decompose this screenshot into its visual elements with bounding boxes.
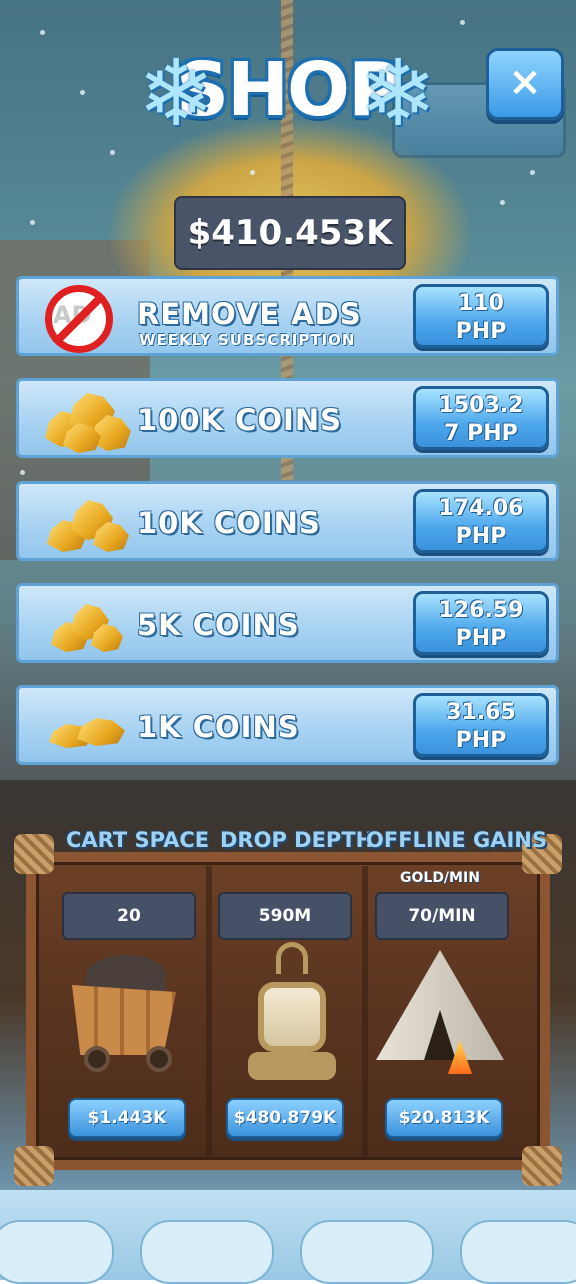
item-title: 5K COINS — [137, 608, 300, 642]
price-amount: 126.59 — [438, 598, 524, 623]
price-amount: 31.65 — [446, 700, 516, 725]
snowflake-icon: ❄ — [137, 40, 215, 147]
shop-item-1k-coins[interactable]: 1K COINS 31.65 PHP — [16, 685, 559, 765]
price-button-10k-coins[interactable]: 174.06 PHP — [413, 489, 549, 553]
price-currency: PHP — [455, 524, 507, 549]
shop-item-100k-coins[interactable]: 100K COINS 1503.2 7 PHP — [16, 378, 559, 458]
gold-pile-medium-icon — [41, 490, 133, 556]
price-button-1k-coins[interactable]: 31.65 PHP — [413, 693, 549, 757]
panel-divider — [362, 866, 368, 1156]
price-currency: PHP — [455, 728, 507, 753]
price-amount: 174.06 — [438, 496, 524, 521]
cart-space-label: CART SPACE — [66, 828, 210, 852]
ice-chunk — [0, 1220, 114, 1284]
price-button-5k-coins[interactable]: 126.59 PHP — [413, 591, 549, 655]
upgrade-offline-gains-button[interactable]: $20.813K — [385, 1098, 503, 1138]
balance-display: $410.453K — [174, 196, 406, 270]
panel-divider — [206, 866, 212, 1156]
close-button[interactable]: × — [486, 48, 564, 120]
no-ads-icon: AD — [41, 285, 133, 353]
rope-knot — [14, 1146, 54, 1186]
offline-gains-unit-label: GOLD/MIN — [400, 870, 480, 886]
price-amount: 1503.2 — [438, 393, 524, 418]
gold-pile-large-icon — [41, 387, 133, 453]
upgrade-cart-space-button[interactable]: $1.443K — [68, 1098, 186, 1138]
drop-depth-value: 590M — [218, 892, 352, 940]
drop-depth-label: DROP DEPTH — [220, 828, 374, 852]
offline-gains-label: OFFLINE GAINS — [366, 828, 547, 852]
item-title: 1K COINS — [137, 710, 300, 744]
snowflake-icon: ❄ — [359, 40, 437, 147]
shop-item-remove-ads[interactable]: AD REMOVE ADS WEEKLY SUBSCRIPTION 110 PH… — [16, 276, 559, 356]
cart-space-value: 20 — [62, 892, 196, 940]
item-title: 10K COINS — [137, 506, 321, 540]
price-button-remove-ads[interactable]: 110 PHP — [413, 284, 549, 348]
upgrade-drop-depth-button[interactable]: $480.879K — [226, 1098, 344, 1138]
ice-chunk — [300, 1220, 434, 1284]
shop-item-10k-coins[interactable]: 10K COINS 174.06 PHP — [16, 481, 559, 561]
price-currency: PHP — [455, 319, 507, 344]
price-currency: 7 PHP — [444, 421, 518, 446]
shop-item-5k-coins[interactable]: 5K COINS 126.59 PHP — [16, 583, 559, 663]
item-subtitle: WEEKLY SUBSCRIPTION — [139, 331, 356, 349]
rope-knot — [14, 834, 54, 874]
gold-pile-small-icon — [41, 592, 133, 658]
item-title: 100K COINS — [137, 403, 342, 437]
price-button-100k-coins[interactable]: 1503.2 7 PHP — [413, 386, 549, 450]
gold-nugget-icon — [41, 694, 133, 760]
price-amount: 110 — [458, 291, 504, 316]
price-currency: PHP — [455, 626, 507, 651]
ice-chunk — [140, 1220, 274, 1284]
offline-gains-value: 70/MIN — [375, 892, 509, 940]
rope-knot — [522, 1146, 562, 1186]
item-title: REMOVE ADS — [137, 297, 362, 331]
ice-chunk — [460, 1220, 576, 1284]
